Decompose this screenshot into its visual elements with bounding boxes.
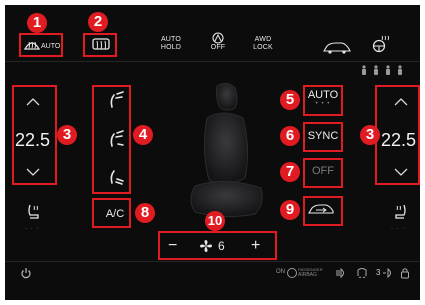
headlight-icon (383, 268, 391, 278)
airbag-icon (287, 268, 297, 278)
callout-8: 8 (135, 203, 155, 223)
heated-seat-icon (28, 204, 39, 219)
highlight-fresh-air (303, 196, 343, 226)
callout-3-right: 3 (360, 125, 380, 145)
callout-9: 9 (280, 200, 300, 220)
traction-indicator-icon (357, 268, 367, 279)
heated-seat-icon (395, 204, 406, 219)
highlight-airflow-modes (92, 85, 131, 194)
passenger-heated-seat-button[interactable]: · · · (391, 203, 413, 233)
awd-lock-button[interactable]: AWD LOCK (250, 36, 276, 52)
stability-control-icon (212, 32, 224, 44)
highlight-auto (303, 85, 343, 116)
highlight-ac (92, 198, 131, 228)
callout-5: 5 (280, 90, 300, 110)
auto-hold-line1: AUTO (160, 36, 182, 43)
highlight-front-defrost (19, 33, 63, 57)
highlight-fan-speed (158, 231, 277, 260)
front-fog-light-icon (336, 268, 344, 278)
air-recirculation-icon[interactable] (322, 41, 352, 55)
driver-seat-heat-dots: · · · (25, 226, 40, 232)
awd-lock-line1: AWD (254, 36, 272, 43)
esc-off-label: OFF (210, 44, 226, 51)
airbag-line2: AIRBAG (298, 272, 317, 278)
highlight-right-temperature (375, 85, 420, 185)
power-icon[interactable] (20, 267, 32, 279)
auto-hold-line2: HOLD (160, 44, 182, 51)
callout-3-left: 3 (57, 125, 77, 145)
callout-6: 6 (280, 126, 300, 146)
callout-2: 2 (88, 12, 108, 32)
highlight-left-temperature (12, 85, 57, 185)
highlight-sync (303, 122, 343, 152)
callout-10: 10 (205, 211, 225, 231)
esc-off-button[interactable]: OFF (207, 32, 229, 52)
top-divider (5, 61, 420, 62)
awd-lock-line2: LOCK (253, 44, 273, 51)
indicator-count: 3 (376, 268, 381, 277)
highlight-off (303, 158, 343, 188)
driver-heated-seat-button[interactable]: · · · (25, 203, 47, 233)
seat-illustration (190, 82, 263, 218)
passenger-airbag-indicator: ON PASSENGER AIRBAG (276, 267, 324, 279)
climate-control-screen: AUTO AUTO HOLD OFF AWD LOCK 22.5 22.5 AU… (5, 5, 420, 300)
callout-4: 4 (133, 125, 153, 145)
lock-icon (401, 268, 409, 279)
auto-hold-button[interactable]: AUTO HOLD (156, 36, 186, 52)
highlight-rear-defrost (83, 33, 117, 57)
bottom-divider (5, 261, 420, 262)
passenger-seat-heat-dots: · · · (391, 226, 406, 232)
callout-1: 1 (27, 13, 47, 33)
heated-steering-wheel-icon[interactable] (371, 35, 389, 53)
callout-7: 7 (280, 162, 300, 182)
airbag-on-label: ON (276, 269, 285, 275)
occupant-seats-icon (362, 65, 402, 75)
